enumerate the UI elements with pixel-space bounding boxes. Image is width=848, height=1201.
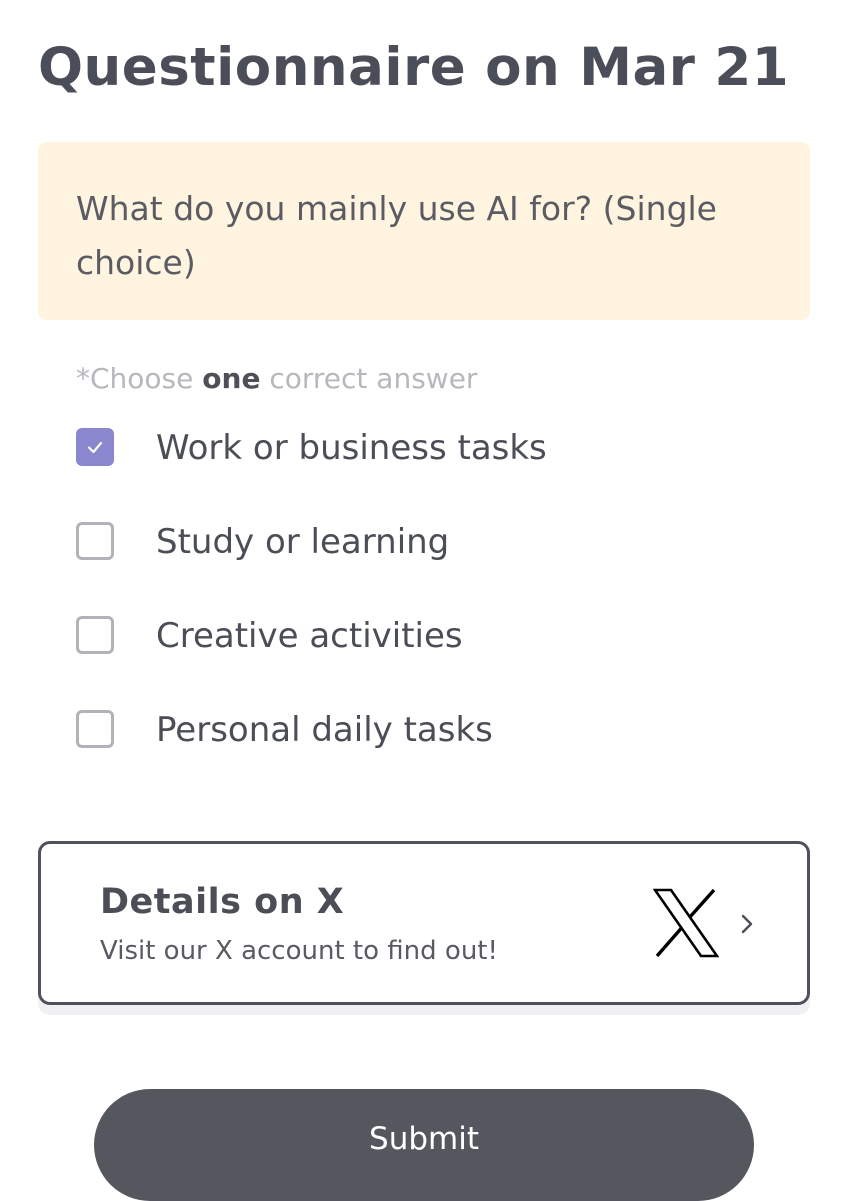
checkbox-unchecked[interactable] [76, 616, 114, 654]
option-label: Work or business tasks [156, 428, 547, 468]
option-study-or-learning[interactable]: Study or learning [76, 514, 547, 608]
option-creative-activities[interactable]: Creative activities [76, 608, 547, 702]
option-work-or-business[interactable]: Work or business tasks [76, 420, 547, 514]
details-card-subtitle: Visit our X account to find out! [100, 936, 498, 966]
question-box: What do you mainly use AI for? (Single c… [38, 142, 810, 320]
submit-button[interactable]: Submit [94, 1089, 754, 1201]
details-card-title: Details on X [100, 882, 345, 922]
checkmark-icon [87, 441, 103, 454]
option-label: Study or learning [156, 522, 450, 562]
answer-options: Work or business tasks Study or learning… [76, 420, 547, 796]
checkbox-unchecked[interactable] [76, 522, 114, 560]
chevron-right-icon [741, 914, 753, 934]
page-title: Questionnaire on Mar 21 [38, 37, 790, 98]
checkbox-unchecked[interactable] [76, 710, 114, 748]
instruction-suffix: correct answer [260, 362, 478, 395]
question-text: What do you mainly use AI for? (Single c… [76, 189, 717, 282]
answer-instruction: *Choose one correct answer [76, 362, 477, 395]
instruction-prefix: *Choose [76, 362, 203, 395]
details-on-x-card[interactable]: Details on X Visit our X account to find… [38, 841, 810, 1005]
x-logo-icon [653, 888, 719, 958]
option-personal-daily-tasks[interactable]: Personal daily tasks [76, 702, 547, 796]
option-label: Personal daily tasks [156, 710, 493, 750]
checkbox-checked[interactable] [76, 428, 114, 466]
option-label: Creative activities [156, 616, 463, 656]
instruction-emphasis: one [202, 362, 261, 395]
